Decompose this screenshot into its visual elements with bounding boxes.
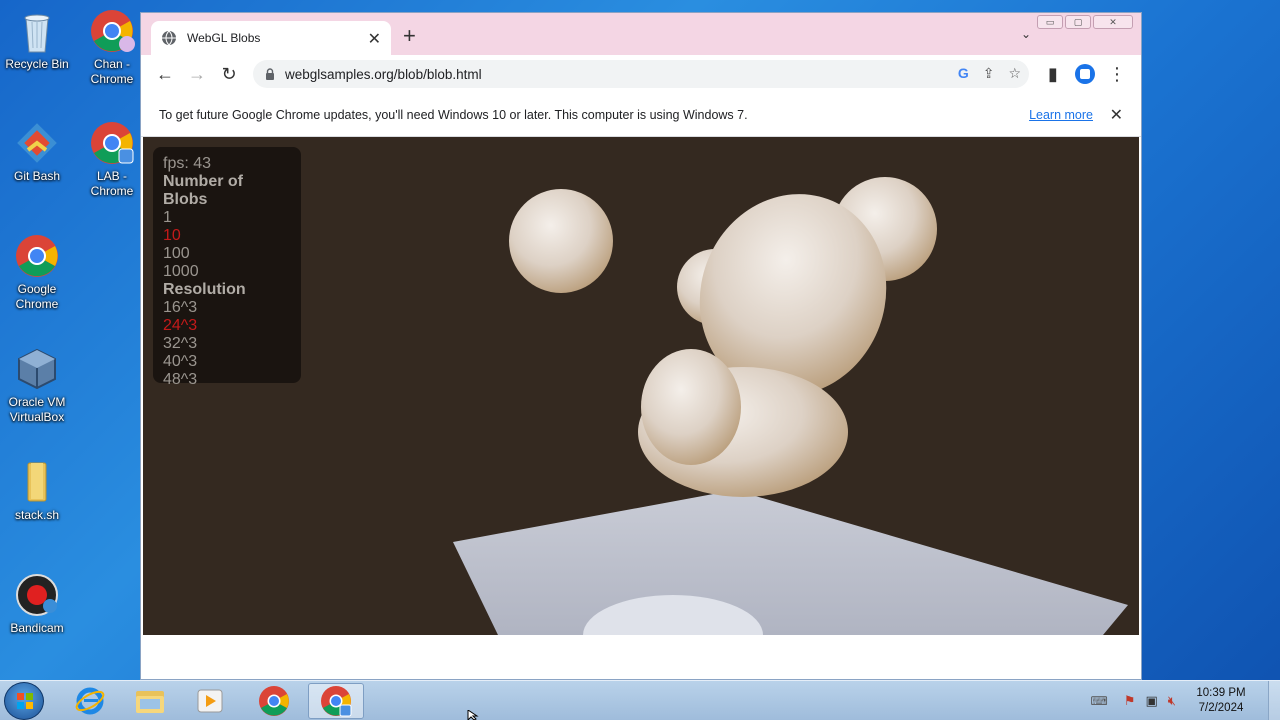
taskbar-file-explorer[interactable] [122, 683, 178, 719]
reload-icon[interactable]: ↻ [219, 64, 239, 84]
lock-icon [265, 68, 275, 80]
clock-date: 7/2/2024 [1198, 702, 1244, 714]
desktop-icon-bandicam[interactable]: Bandicam [0, 572, 74, 636]
tab-search-icon[interactable]: ⌄ [1021, 27, 1031, 41]
blobs-header: Number of Blobs [163, 173, 243, 208]
desktop: Recycle Bin Chan - Chrome Git Bash LAB -… [0, 0, 140, 680]
desktop-icon-recycle-bin[interactable]: Recycle Bin [0, 8, 74, 72]
desktop-icon-chan-chrome[interactable]: Chan - Chrome [75, 8, 149, 87]
page-footer [141, 635, 1141, 679]
taskbar-chrome[interactable] [246, 683, 302, 719]
desktop-icon-google-chrome[interactable]: Google Chrome [0, 233, 74, 312]
menu-dots-icon[interactable]: ⋮ [1107, 64, 1127, 84]
chrome-shortcut-icon [89, 8, 135, 54]
taskbar-chrome-active[interactable] [308, 683, 364, 719]
recycle-bin-icon [14, 8, 60, 54]
resolution-option[interactable]: 48^3 [163, 371, 291, 389]
infobar-message: To get future Google Chrome updates, you… [159, 107, 748, 122]
chrome-icon [259, 686, 289, 716]
url-text: webglsamples.org/blob/blob.html [285, 66, 482, 82]
system-tray: ⌨ ⚑ ▣ 🔇︎ 10:39 PM 7/2/2024 [1091, 681, 1280, 720]
close-window-button[interactable]: ✕ [1093, 15, 1133, 29]
tab-title: WebGL Blobs [187, 31, 261, 45]
chrome-icon [14, 233, 60, 279]
blob-option-selected[interactable]: 10 [163, 227, 291, 245]
window-controls: ▭ ▢ ✕ [1037, 15, 1133, 29]
bookmark-star-icon[interactable]: ☆ [1008, 65, 1021, 82]
tab-webgl-blobs[interactable]: WebGL Blobs ✕ [151, 21, 391, 55]
chrome-shortcut-icon [321, 686, 352, 717]
address-bar[interactable]: webglsamples.org/blob/blob.html G ⇪ ☆ [253, 60, 1029, 88]
taskbar: ⌨ ⚑ ▣ 🔇︎ 10:39 PM 7/2/2024 [0, 680, 1280, 720]
bandicam-icon [14, 572, 60, 618]
resolution-option[interactable]: 16^3 [163, 299, 291, 317]
media-player-icon [197, 689, 223, 713]
taskbar-internet-explorer[interactable] [62, 683, 118, 719]
desktop-icon-lab-chrome[interactable]: LAB - Chrome [75, 120, 149, 199]
virtualbox-icon [14, 346, 60, 392]
webgl-canvas[interactable]: fps: 43 Number of Blobs 1 10 100 1000 Re… [143, 137, 1139, 635]
windows-logo-icon [17, 693, 33, 709]
folder-icon [136, 691, 164, 713]
desktop-icon-label: stack.sh [14, 508, 59, 522]
update-infobar: To get future Google Chrome updates, you… [141, 93, 1141, 137]
browser-window: WebGL Blobs ✕ + ⌄ ▭ ▢ ✕ ← → ↻ webglsampl… [140, 12, 1142, 680]
profile-avatar[interactable] [1075, 64, 1095, 84]
desktop-icon-stack-sh[interactable]: stack.sh [0, 459, 74, 523]
minimize-button[interactable]: ▭ [1037, 15, 1063, 29]
desktop-icon-label: Oracle VM VirtualBox [8, 395, 66, 424]
close-tab-icon[interactable]: ✕ [368, 29, 381, 49]
volume-muted-icon[interactable]: 🔇︎ [1168, 693, 1176, 709]
resolution-option-selected[interactable]: 24^3 [163, 317, 291, 335]
desktop-icon-label: Bandicam [10, 621, 64, 635]
new-tab-button[interactable]: + [403, 25, 416, 47]
desktop-icon-label: Google Chrome [15, 282, 59, 311]
close-infobar-icon[interactable]: ✕ [1110, 105, 1123, 125]
maximize-button[interactable]: ▢ [1065, 15, 1091, 29]
floor-plane [453, 490, 1128, 635]
blob [641, 349, 741, 465]
show-desktop-button[interactable] [1268, 681, 1280, 720]
learn-more-link[interactable]: Learn more [1029, 108, 1093, 122]
desktop-icon-label: LAB - Chrome [90, 169, 134, 198]
side-panel-icon[interactable]: ▮ [1043, 64, 1063, 84]
desktop-icon-label: Chan - Chrome [90, 57, 134, 86]
desktop-icon-git-bash[interactable]: Git Bash [0, 120, 74, 184]
fps-counter: fps: 43 [163, 155, 212, 172]
blob [509, 189, 613, 293]
action-center-flag-icon[interactable]: ⚑ [1124, 693, 1136, 709]
toolbar: ← → ↻ webglsamples.org/blob/blob.html G … [141, 55, 1141, 93]
mouse-cursor-icon [467, 710, 479, 720]
start-button[interactable] [4, 682, 44, 720]
resolution-option[interactable]: 32^3 [163, 335, 291, 353]
options-panel: fps: 43 Number of Blobs 1 10 100 1000 Re… [153, 147, 301, 388]
chrome-shortcut-icon [89, 120, 135, 166]
share-icon[interactable]: ⇪ [983, 65, 995, 82]
taskbar-media-player[interactable] [182, 683, 238, 719]
tab-strip: WebGL Blobs ✕ + ⌄ ▭ ▢ ✕ [141, 13, 1141, 55]
resolution-option[interactable]: 40^3 [163, 353, 291, 371]
internet-explorer-icon [75, 687, 105, 715]
git-bash-icon [14, 120, 60, 166]
globe-icon [161, 30, 177, 46]
blob-option[interactable]: 1000 [163, 263, 291, 281]
clock-time: 10:39 PM [1196, 687, 1246, 699]
blob-option[interactable]: 1 [163, 209, 291, 227]
keyboard-icon[interactable]: ⌨ [1091, 694, 1108, 708]
back-arrow-icon[interactable]: ← [155, 64, 175, 84]
desktop-icon-label: Recycle Bin [5, 57, 69, 71]
desktop-icon-label: Git Bash [13, 169, 61, 183]
network-icon[interactable]: ▣ [1146, 693, 1158, 709]
forward-arrow-icon[interactable]: → [187, 64, 207, 84]
google-lens-icon[interactable]: G [958, 65, 969, 82]
desktop-icon-virtualbox[interactable]: Oracle VM VirtualBox [0, 346, 74, 425]
resolution-header: Resolution [163, 281, 246, 298]
blob-option[interactable]: 100 [163, 245, 291, 263]
clock[interactable]: 10:39 PM 7/2/2024 [1188, 686, 1254, 716]
folder-icon [14, 459, 60, 505]
